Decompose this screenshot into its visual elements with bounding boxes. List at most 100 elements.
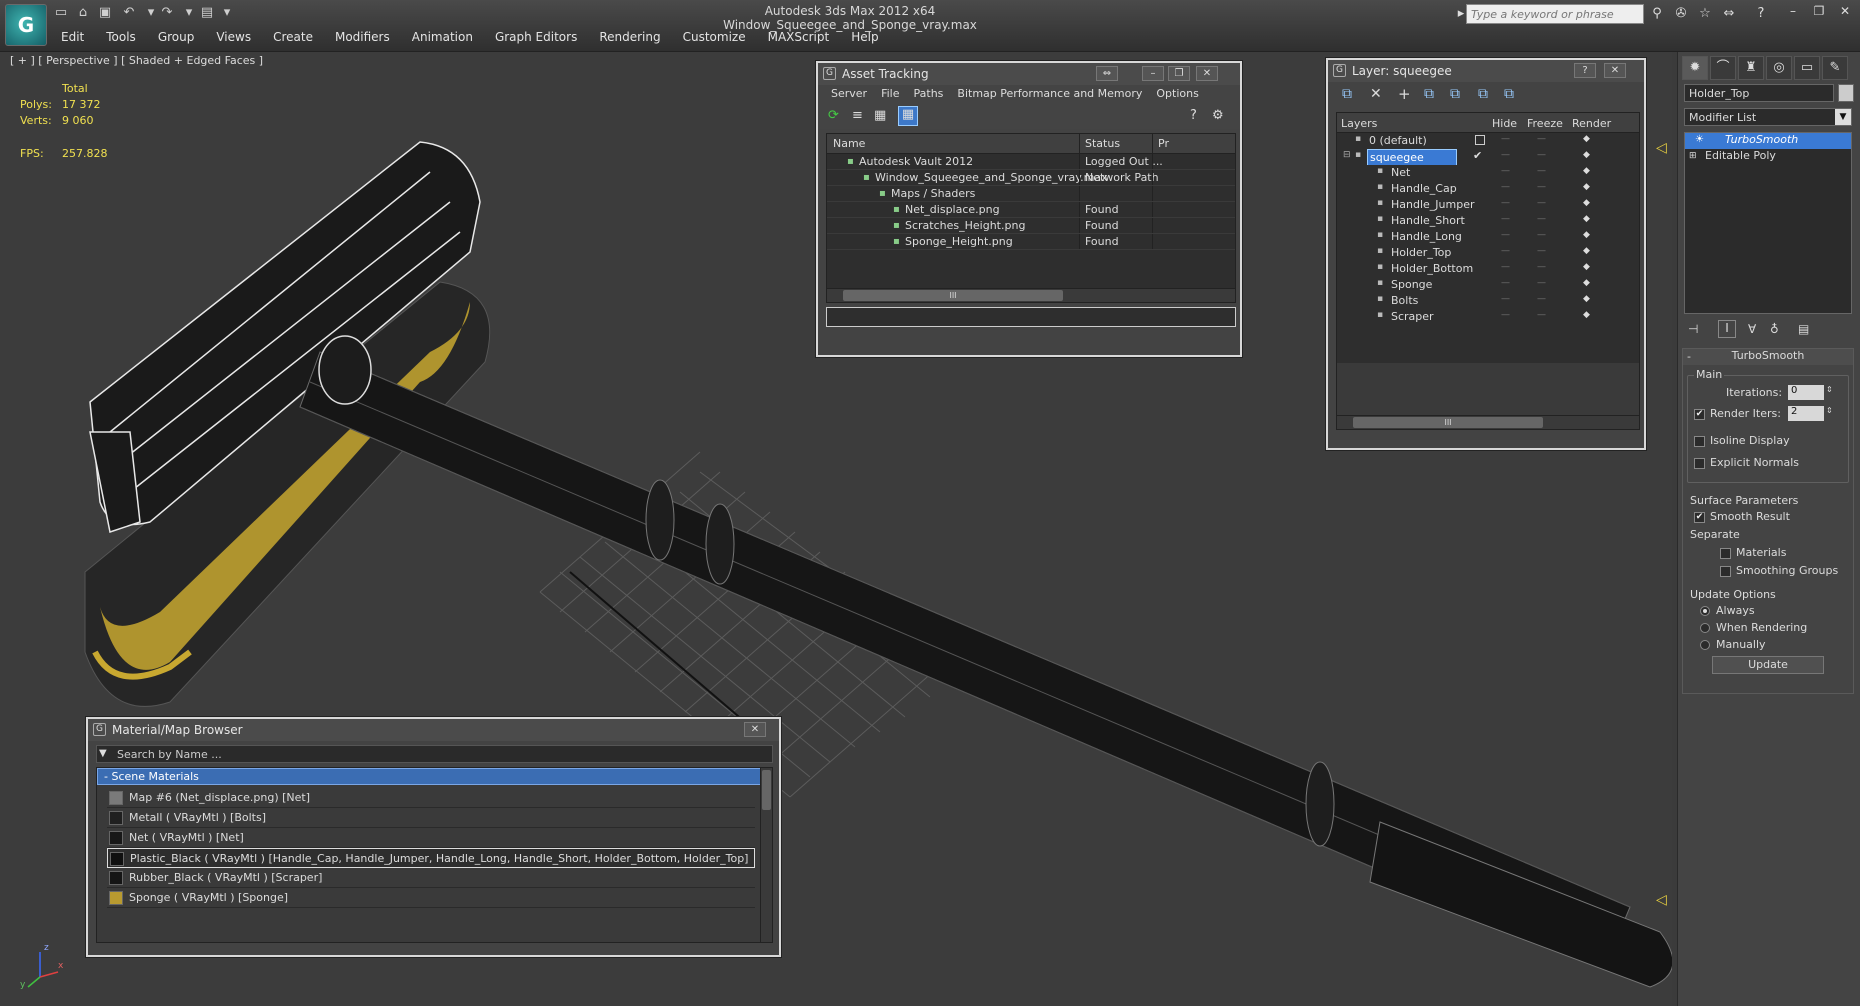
add-to-layer-icon[interactable]: + xyxy=(1398,85,1411,103)
viewport-scroll-arrow-icon[interactable]: ◁ xyxy=(1656,140,1667,156)
horizontal-scrollbar[interactable]: III xyxy=(1337,415,1639,429)
settings-icon[interactable]: ⚙ xyxy=(1212,108,1224,123)
always-radio[interactable] xyxy=(1700,606,1710,616)
menu-create[interactable]: Create xyxy=(262,28,324,48)
freeze-toggle-icon[interactable]: — xyxy=(1537,166,1546,176)
render-toggle-icon[interactable]: ◆ xyxy=(1583,278,1590,288)
redo-icon[interactable]: ↷ xyxy=(158,5,176,21)
freeze-toggle-icon[interactable]: — xyxy=(1537,198,1546,208)
asset-row[interactable]: ▪ Autodesk Vault 2012 Logged Out ... xyxy=(827,154,1235,170)
layer-row[interactable]: ▪ Handle_Short — — ◆ xyxy=(1337,213,1639,229)
render-toggle-icon[interactable]: ◆ xyxy=(1583,182,1590,192)
layer-row[interactable]: ▪ Handle_Cap — — ◆ xyxy=(1337,181,1639,197)
rollout-header[interactable]: - TurboSmooth xyxy=(1683,349,1853,365)
freeze-toggle-icon[interactable]: — xyxy=(1537,262,1546,272)
hierarchy-tab-icon[interactable]: ♜ xyxy=(1738,56,1764,80)
material-search-bar[interactable]: ▼ Search by Name ... xyxy=(96,745,773,763)
render-toggle-icon[interactable]: ◆ xyxy=(1583,294,1590,304)
utilities-tab-icon[interactable]: ✎ xyxy=(1822,56,1848,80)
open-file-icon[interactable]: ⌂ xyxy=(74,5,92,21)
menu-group[interactable]: Group xyxy=(147,28,206,48)
render-toggle-icon[interactable]: ◆ xyxy=(1583,198,1590,208)
select-objects-icon[interactable]: ⧉ xyxy=(1424,86,1434,102)
freeze-toggle-icon[interactable]: — xyxy=(1537,310,1546,320)
close-button[interactable]: ✕ xyxy=(1196,66,1218,81)
highlight-layer-icon[interactable]: ⧉ xyxy=(1450,86,1460,102)
subscription-icon[interactable]: ✇ xyxy=(1672,5,1690,23)
asset-tracking-titlebar[interactable]: G Asset Tracking ⇔ – ❐ ✕ xyxy=(818,63,1240,85)
column-freeze[interactable]: Freeze xyxy=(1527,117,1563,130)
help-button[interactable]: ? xyxy=(1574,63,1596,78)
minimize-button[interactable]: – xyxy=(1142,66,1164,81)
scroll-thumb[interactable] xyxy=(762,770,771,810)
filter-dropdown-icon[interactable]: ▼ xyxy=(99,748,107,759)
iterations-spinner[interactable]: 0 xyxy=(1788,385,1824,400)
create-layer-icon[interactable]: ⧉ xyxy=(1342,86,1352,102)
menu-rendering[interactable]: Rendering xyxy=(588,28,671,48)
layer-expand-icon[interactable]: ⊟ xyxy=(1343,150,1351,160)
material-item[interactable]: Plastic_Black ( VRayMtl ) [Handle_Cap, H… xyxy=(107,848,755,868)
asset-menu-bitmap-performance-and-memory[interactable]: Bitmap Performance and Memory xyxy=(950,85,1149,103)
freeze-toggle-icon[interactable]: — xyxy=(1537,230,1546,240)
freeze-toggle-icon[interactable]: — xyxy=(1537,278,1546,288)
layer-window-titlebar[interactable]: G Layer: squeegee ? ✕ xyxy=(1328,60,1644,82)
material-item[interactable]: Map #6 (Net_displace.png) [Net] xyxy=(107,788,755,808)
layer-row[interactable]: ⊟ ▪ squeegee ✔ — — ◆ xyxy=(1337,149,1639,165)
render-toggle-icon[interactable]: ◆ xyxy=(1583,214,1590,224)
asset-row[interactable]: ▪ Net_displace.png Found xyxy=(827,202,1235,218)
scroll-thumb[interactable]: III xyxy=(1353,417,1543,428)
menu-edit[interactable]: Edit xyxy=(50,28,95,48)
layer-row[interactable]: ▪ Bolts — — ◆ xyxy=(1337,293,1639,309)
list-view-icon[interactable]: ≡ xyxy=(852,108,863,123)
render-toggle-icon[interactable]: ◆ xyxy=(1583,134,1590,144)
render-iters-spinner[interactable]: 2 xyxy=(1788,406,1824,421)
modify-tab-icon[interactable]: ⌒ xyxy=(1710,56,1736,80)
render-toggle-icon[interactable]: ◆ xyxy=(1583,262,1590,272)
viewport-label[interactable]: [ + ] [ Perspective ] [ Shaded + Edged F… xyxy=(10,54,263,67)
minimize-button[interactable]: – xyxy=(1782,4,1804,20)
menu-customize[interactable]: Customize xyxy=(672,28,757,48)
layer-row[interactable]: ▪ Net — — ◆ xyxy=(1337,165,1639,181)
hide-toggle-icon[interactable]: — xyxy=(1501,230,1510,240)
render-toggle-icon[interactable]: ◆ xyxy=(1583,166,1590,176)
update-button[interactable]: Update xyxy=(1712,656,1824,674)
asset-menu-file[interactable]: File xyxy=(874,85,906,103)
project-folder-icon[interactable]: ▤ xyxy=(198,5,216,21)
render-toggle-icon[interactable]: ◆ xyxy=(1583,230,1590,240)
show-end-result-icon[interactable]: Ⅰ xyxy=(1718,320,1736,338)
menu-tools[interactable]: Tools xyxy=(95,28,147,48)
asset-menu-options[interactable]: Options xyxy=(1149,85,1205,103)
modifier-list-dropdown[interactable]: Modifier List ▼ xyxy=(1684,108,1852,126)
render-toggle-icon[interactable]: ◆ xyxy=(1583,150,1590,160)
hide-toggle-icon[interactable]: — xyxy=(1501,294,1510,304)
viewport-scroll-arrow-icon[interactable]: ◁ xyxy=(1656,892,1667,908)
manually-radio[interactable] xyxy=(1700,640,1710,650)
freeze-toggle-icon[interactable]: — xyxy=(1537,246,1546,256)
layer-row[interactable]: ▪ Handle_Long — — ◆ xyxy=(1337,229,1639,245)
freeze-all-icon[interactable]: ⧉ xyxy=(1504,86,1514,102)
save-icon[interactable]: ▣ xyxy=(96,5,114,21)
restore-button[interactable]: ❐ xyxy=(1808,4,1830,20)
freeze-toggle-icon[interactable]: — xyxy=(1537,182,1546,192)
close-button[interactable]: ✕ xyxy=(1834,4,1856,20)
communication-icon[interactable]: ⇔ xyxy=(1720,5,1738,23)
smooth-result-checkbox[interactable]: ✔ xyxy=(1694,511,1705,523)
layer-row[interactable]: ▪ Scraper — — ◆ xyxy=(1337,309,1639,325)
menu-maxscript[interactable]: MAXScript xyxy=(757,28,841,48)
stack-item-turbosmooth[interactable]: ☀ TurboSmooth xyxy=(1685,133,1851,149)
spinner-arrows-icon[interactable]: ⇕ xyxy=(1826,406,1833,415)
asset-path-field[interactable] xyxy=(826,307,1236,327)
close-button[interactable]: ✕ xyxy=(1604,63,1626,78)
column-hide[interactable]: Hide xyxy=(1492,117,1517,130)
help-icon[interactable]: ? xyxy=(1190,108,1197,123)
column-layers[interactable]: Layers xyxy=(1341,117,1377,130)
layer-row[interactable]: ▪ Handle_Jumper — — ◆ xyxy=(1337,197,1639,213)
search-input[interactable]: Type a keyword or phrase xyxy=(1466,4,1644,24)
layer-row[interactable]: ▪ Holder_Bottom — — ◆ xyxy=(1337,261,1639,277)
current-layer-box[interactable] xyxy=(1475,135,1485,145)
stack-item-editable-poly[interactable]: ⊞ Editable Poly xyxy=(1685,149,1851,165)
checkmark-icon[interactable]: ✔ xyxy=(1473,149,1482,162)
layer-row[interactable]: ▪ Holder_Top — — ◆ xyxy=(1337,245,1639,261)
material-browser-titlebar[interactable]: G Material/Map Browser ✕ xyxy=(88,719,779,741)
material-item[interactable]: Sponge ( VRayMtl ) [Sponge] xyxy=(107,888,755,908)
